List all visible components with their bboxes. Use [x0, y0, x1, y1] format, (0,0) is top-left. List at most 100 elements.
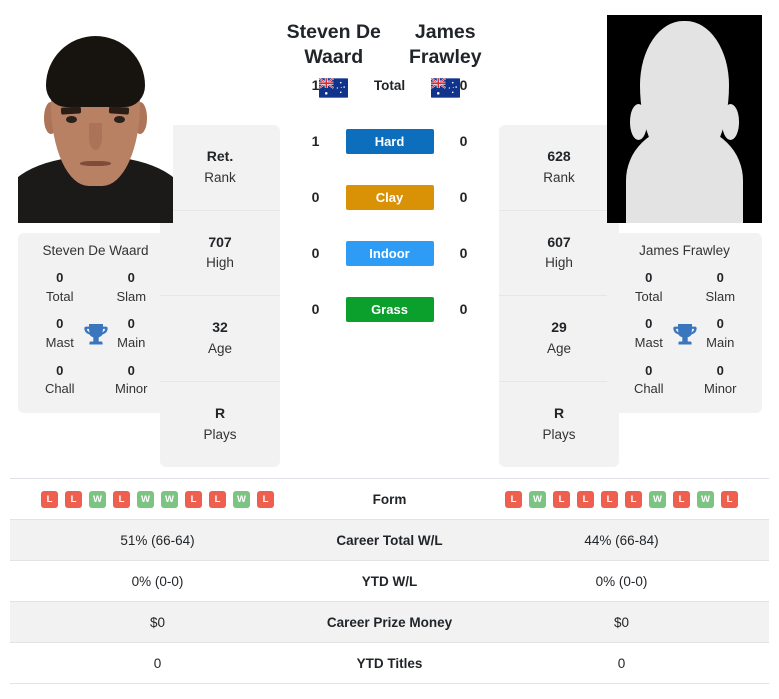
right-form-list: LWLLLLWLWL — [474, 490, 769, 508]
h2h-grass-right-score: 0 — [459, 301, 468, 317]
h2h-indoor-right-score: 0 — [459, 245, 468, 261]
right-ytd-wl: 0% (0-0) — [595, 573, 648, 589]
right-player-photo-column: James Frawley 0 Total 0 Slam 0 Mast 0 Ma… — [607, 0, 779, 414]
left-career-prize-money: $0 — [149, 614, 166, 630]
right-player-name-line1: James — [414, 21, 476, 43]
left-titles-total-value: 0 — [56, 270, 64, 285]
left-titles-chall-label: Chall — [44, 381, 75, 397]
h2h-clay-left-score: 0 — [311, 189, 320, 205]
table-row-career-total-wl: 51% (66-64) Career Total W/L 44% (66-84) — [10, 519, 769, 561]
player-comparison-header: Steven De Waard 0 Total 0 Slam 0 Mast 0 … — [0, 0, 779, 478]
form-badge-loss[interactable]: L — [673, 490, 690, 508]
form-badge-loss[interactable]: L — [65, 490, 82, 508]
left-titles-chall: 0 Chall — [24, 361, 96, 399]
h2h-grass-left-score: 0 — [311, 301, 320, 317]
left-ytd-titles: 0 — [153, 655, 162, 671]
right-player-name-line2: Frawley — [408, 45, 482, 68]
right-player-stats-column: 628 Rank 607 High 29 Age R Plays — [499, 0, 619, 467]
left-titles-slam-label: Slam — [116, 288, 147, 304]
right-stat-plays: R Plays — [499, 382, 619, 468]
left-player-stats-card: Ret. Rank 707 High 32 Age R Plays — [160, 125, 280, 467]
form-badge-loss[interactable]: L — [721, 490, 738, 508]
form-badge-loss[interactable]: L — [209, 490, 226, 508]
left-stat-high-label: High — [206, 255, 234, 271]
left-player-name-block[interactable]: Steven De Waard — [278, 20, 390, 98]
row-label-ytd-titles: YTD Titles — [356, 655, 423, 671]
left-stat-plays: R Plays — [160, 382, 280, 468]
left-stat-rank-label: Rank — [204, 169, 236, 185]
h2h-row-grass: 0 Grass 0 — [305, 281, 475, 337]
left-stat-rank: Ret. Rank — [160, 125, 280, 211]
left-player-name-line2: Waard — [304, 45, 364, 68]
row-label-career-total-wl: Career Total W/L — [336, 532, 443, 548]
right-titles-minor: 0 Minor — [685, 361, 757, 399]
h2h-row-clay: 0 Clay 0 — [305, 169, 475, 225]
right-titles-chall-label: Chall — [633, 381, 664, 397]
right-titles-slam-label: Slam — [705, 288, 736, 304]
left-career-total-wl: 51% (66-64) — [120, 532, 195, 548]
right-player-name-block[interactable]: James Frawley — [390, 20, 502, 98]
form-badge-loss[interactable]: L — [257, 490, 274, 508]
form-badge-loss[interactable]: L — [553, 490, 570, 508]
form-badge-win[interactable]: W — [89, 490, 106, 508]
form-badge-win[interactable]: W — [161, 490, 178, 508]
form-badge-win[interactable]: W — [137, 490, 154, 508]
table-row-ytd-wl: 0% (0-0) YTD W/L 0% (0-0) — [10, 561, 769, 602]
form-badge-loss[interactable]: L — [113, 490, 130, 508]
left-titles-slam: 0 Slam — [96, 268, 168, 306]
h2h-row-hard: 1 Hard 0 — [305, 113, 475, 169]
right-career-prize-money: $0 — [613, 614, 630, 630]
right-titles-minor-value: 0 — [716, 362, 724, 378]
silhouette-placeholder-icon — [607, 15, 762, 223]
table-row-ytd-titles: 0 YTD Titles 0 — [10, 643, 769, 684]
form-badge-win[interactable]: W — [649, 490, 666, 508]
left-ytd-wl: 0% (0-0) — [131, 573, 184, 589]
right-player-photo — [607, 15, 762, 223]
right-titles-chall: 0 Chall — [613, 361, 685, 399]
h2h-clay-right-score: 0 — [459, 189, 468, 205]
surface-badge-grass[interactable]: Grass — [345, 296, 434, 322]
left-titles-player-name: Steven De Waard — [42, 243, 149, 258]
form-badge-win[interactable]: W — [697, 490, 714, 508]
right-titles-total-value: 0 — [645, 270, 653, 285]
form-badge-loss[interactable]: L — [185, 490, 202, 508]
left-player-titles-card: Steven De Waard 0 Total 0 Slam 0 Mast 0 … — [18, 233, 173, 414]
right-titles-minor-label: Minor — [703, 381, 737, 397]
right-stat-age-label: Age — [546, 340, 572, 356]
form-badge-loss[interactable]: L — [577, 490, 594, 508]
left-stat-high-value: 707 — [208, 233, 232, 250]
trophy-icon — [672, 323, 697, 344]
form-badge-loss[interactable]: L — [505, 490, 522, 508]
surface-badge-indoor[interactable]: Indoor — [345, 240, 434, 266]
h2h-indoor-left-score: 0 — [311, 245, 320, 261]
au-flag-icon — [319, 77, 349, 98]
row-label-form: Form — [372, 491, 407, 507]
right-stat-high-value: 607 — [547, 233, 571, 250]
form-badge-win[interactable]: W — [529, 490, 546, 508]
right-titles-player-name: James Frawley — [639, 243, 730, 258]
left-stat-age-label: Age — [207, 340, 233, 356]
left-titles-total-label: Total — [46, 288, 74, 304]
left-titles-minor-label: Minor — [114, 381, 148, 397]
form-badge-win[interactable]: W — [233, 490, 250, 508]
form-badge-loss[interactable]: L — [41, 490, 58, 508]
headshot-photo-icon — [18, 15, 173, 223]
left-stat-age-value: 32 — [212, 319, 228, 336]
left-form-cell: LLWLWWLLWL — [10, 479, 305, 520]
right-form-cell: LWLLLLWLWL — [474, 479, 769, 520]
comparison-stats-table: LLWLWWLLWL Form LWLLLLWLWL 51% (66-64) C… — [10, 478, 769, 684]
right-stat-age: 29 Age — [499, 296, 619, 382]
player-names-row: Steven De Waard James Frawley — [280, 20, 499, 98]
right-stat-plays-label: Plays — [542, 426, 576, 442]
right-stat-rank-value: 628 — [547, 148, 571, 165]
surface-badge-hard[interactable]: Hard — [345, 128, 434, 154]
form-badge-loss[interactable]: L — [625, 490, 642, 508]
left-stat-age: 32 Age — [160, 296, 280, 382]
head-to-head-column: Steven De Waard James Frawley 1 Total 0 … — [280, 0, 499, 337]
h2h-hard-left-score: 1 — [311, 133, 320, 149]
right-stat-rank-label: Rank — [543, 169, 575, 185]
table-row-career-prize-money: $0 Career Prize Money $0 — [10, 601, 769, 643]
left-titles-slam-value: 0 — [127, 270, 135, 285]
surface-badge-clay[interactable]: Clay — [345, 184, 434, 210]
form-badge-loss[interactable]: L — [601, 490, 618, 508]
